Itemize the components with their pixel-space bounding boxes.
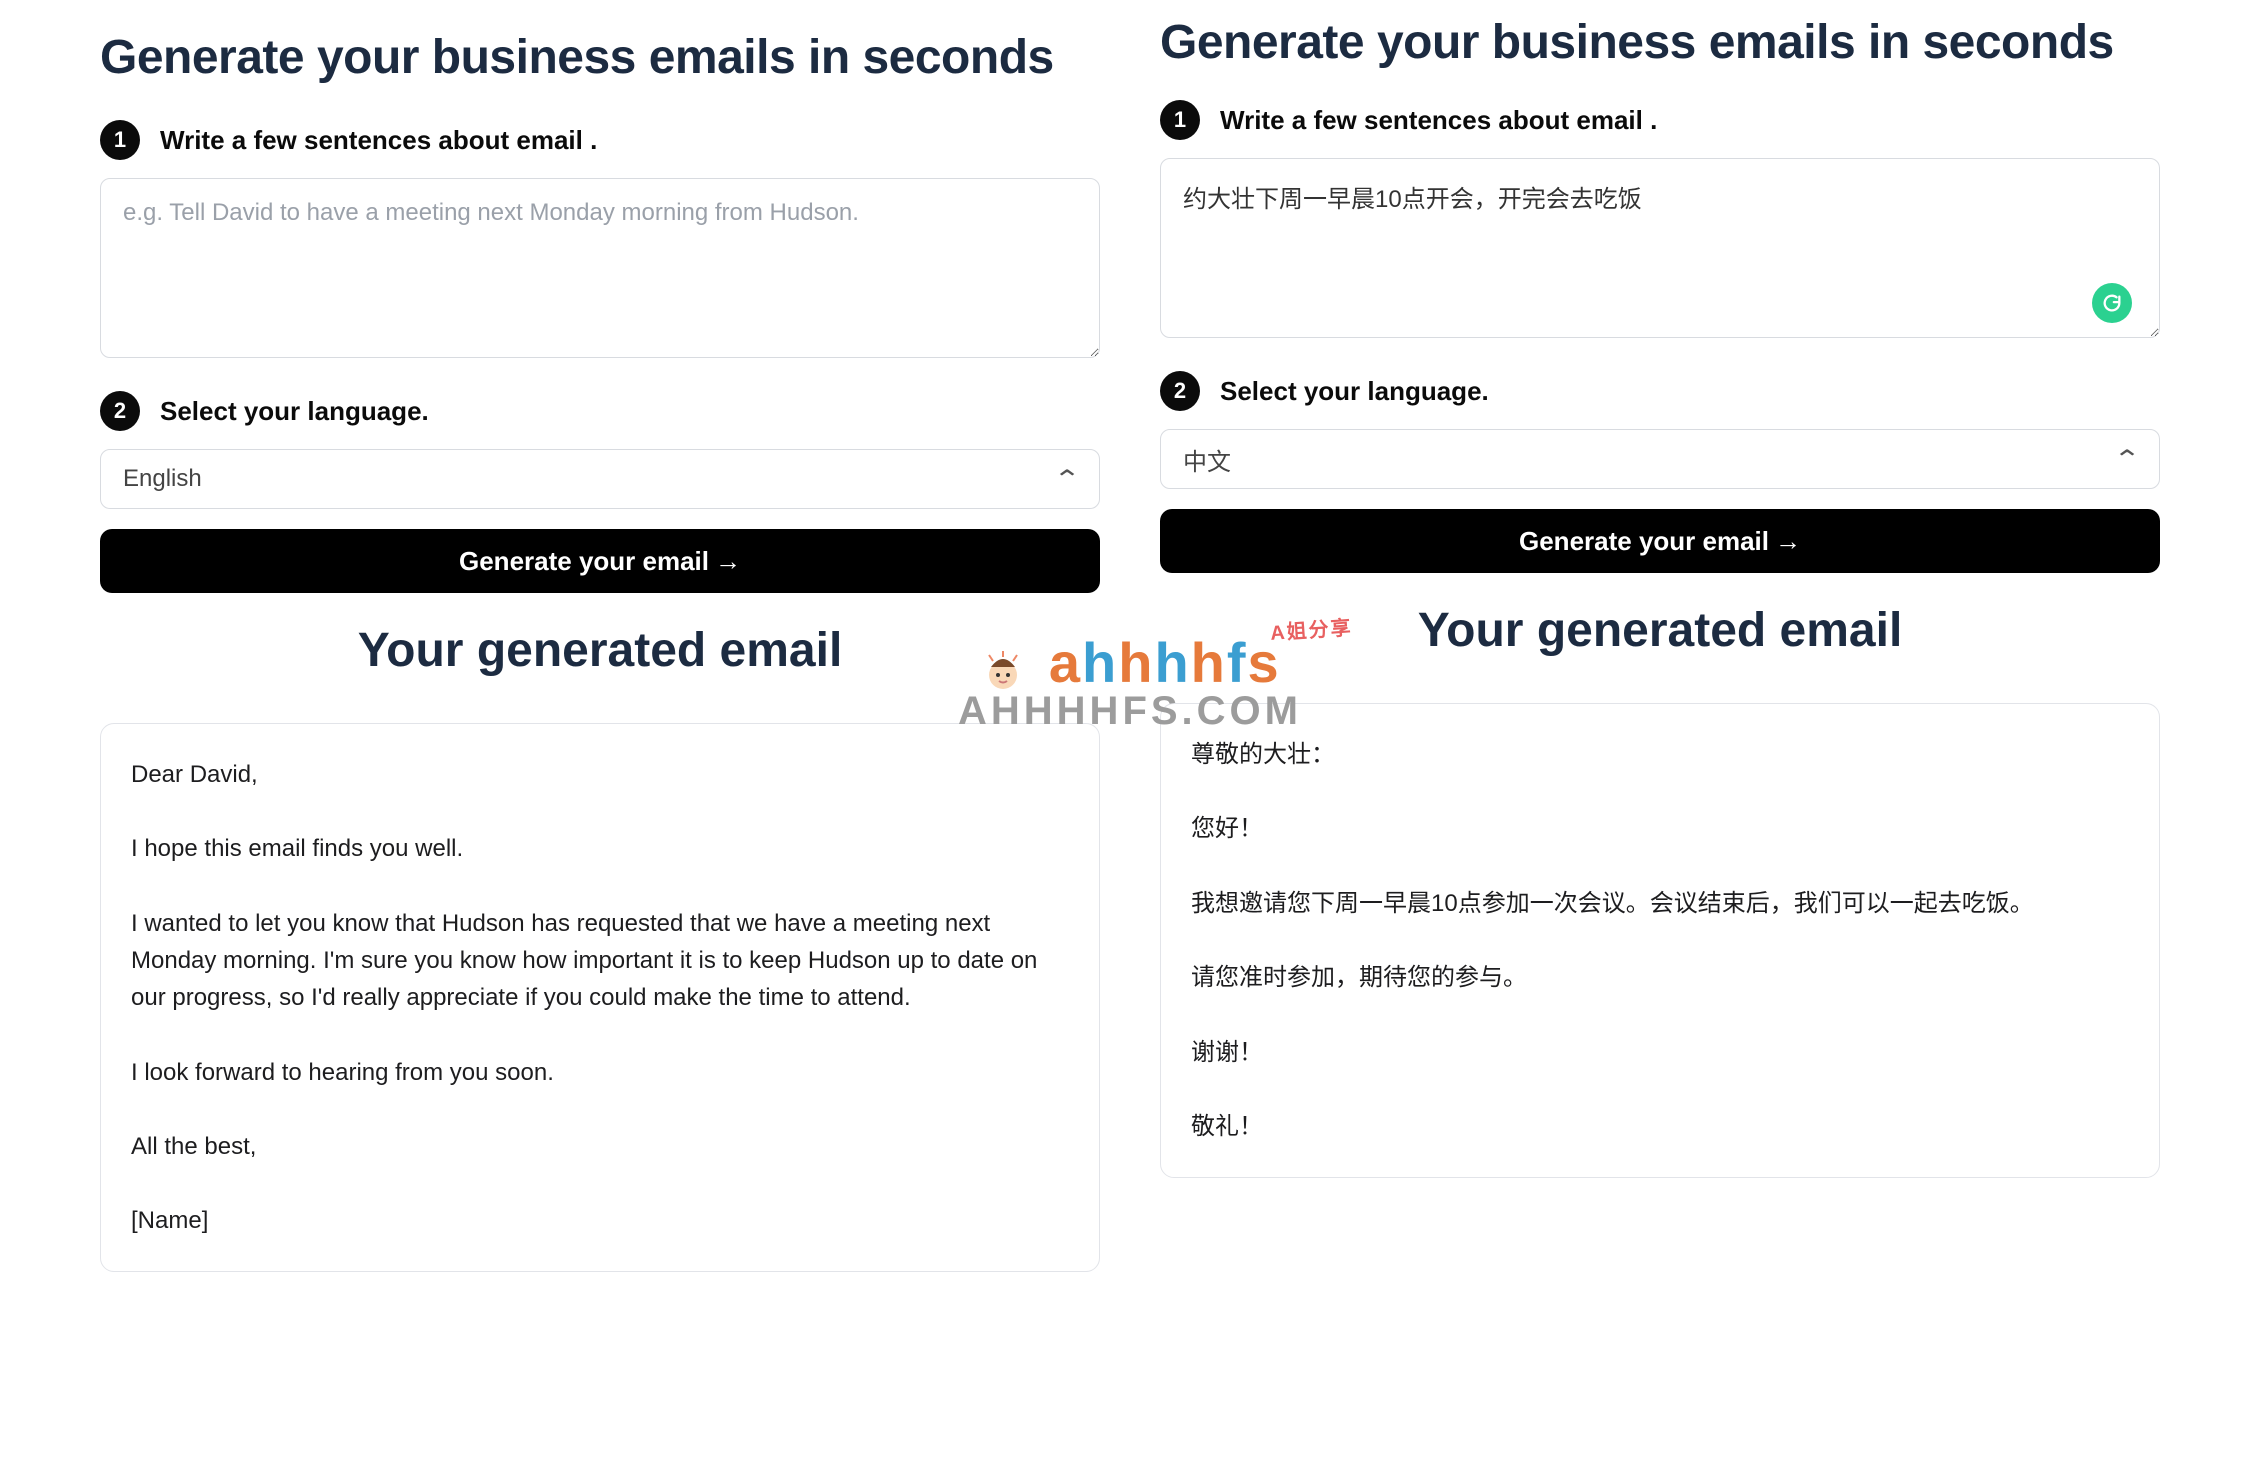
- step-2-badge: 2: [1160, 371, 1200, 411]
- language-select[interactable]: 中文 ⌃: [1160, 429, 2160, 489]
- prompt-textarea[interactable]: [1160, 158, 2160, 338]
- grammarly-icon[interactable]: [2092, 283, 2132, 323]
- prompt-textarea-wrap: [1160, 158, 2160, 371]
- step-1-badge: 1: [100, 120, 140, 160]
- step-1-row: 1 Write a few sentences about email .: [1160, 100, 2160, 140]
- result-title: Your generated email: [100, 623, 1100, 678]
- language-select-value: English: [123, 465, 202, 493]
- generated-email-card: Dear David, I hope this email finds you …: [100, 723, 1100, 1272]
- step-1-label: Write a few sentences about email .: [160, 125, 597, 156]
- prompt-textarea-wrap: [100, 178, 1100, 391]
- generate-button[interactable]: Generate your email →: [1160, 509, 2160, 573]
- right-panel: Generate your business emails in seconds…: [1130, 0, 2260, 1458]
- arrow-right-icon: →: [1775, 526, 1801, 557]
- step-2-label: Select your language.: [1220, 376, 1489, 407]
- step-1-label: Write a few sentences about email .: [1220, 105, 1657, 136]
- step-2-label: Select your language.: [160, 396, 429, 427]
- language-select[interactable]: English ⌃: [100, 449, 1100, 509]
- prompt-textarea[interactable]: [100, 178, 1100, 358]
- generated-email-card: 尊敬的大壮： 您好！ 我想邀请您下周一早晨10点参加一次会议。会议结束后，我们可…: [1160, 703, 2160, 1178]
- result-title: Your generated email: [1160, 603, 2160, 658]
- step-2-row: 2 Select your language.: [100, 391, 1100, 431]
- step-2-row: 2 Select your language.: [1160, 371, 2160, 411]
- page-title: Generate your business emails in seconds: [100, 30, 1100, 85]
- generate-button-label: Generate your email: [459, 546, 709, 577]
- chevron-up-icon: ⌃: [1053, 465, 1081, 494]
- generate-button[interactable]: Generate your email →: [100, 529, 1100, 593]
- left-panel: Generate your business emails in seconds…: [0, 0, 1130, 1458]
- arrow-right-icon: →: [715, 546, 741, 577]
- language-select-value: 中文: [1183, 442, 1231, 477]
- chevron-up-icon: ⌃: [2113, 445, 2141, 474]
- step-1-row: 1 Write a few sentences about email .: [100, 120, 1100, 160]
- page-title: Generate your business emails in seconds: [1160, 15, 2160, 70]
- step-1-badge: 1: [1160, 100, 1200, 140]
- step-2-badge: 2: [100, 391, 140, 431]
- generate-button-label: Generate your email: [1519, 526, 1769, 557]
